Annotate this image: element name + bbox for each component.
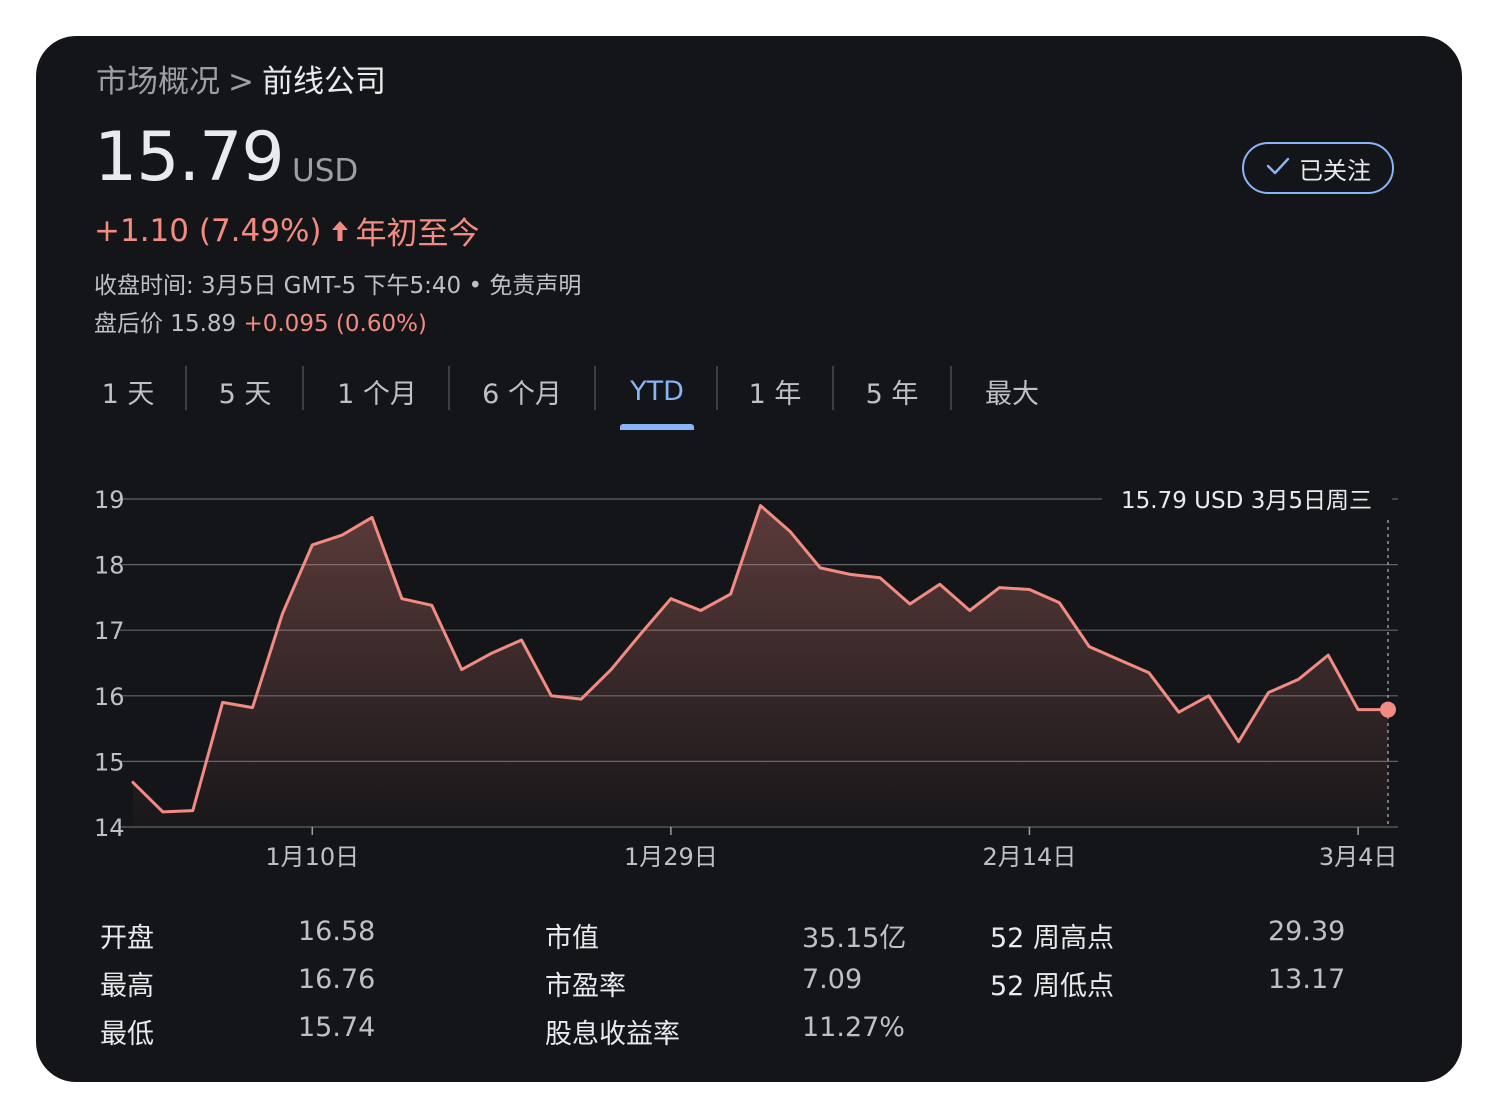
x-tick-label: 2月14日 bbox=[983, 843, 1077, 871]
data-point[interactable] bbox=[127, 776, 139, 788]
data-point[interactable] bbox=[336, 529, 348, 541]
data-point[interactable] bbox=[1083, 641, 1095, 653]
stat-label-low: 最低 bbox=[100, 1019, 154, 1050]
data-point[interactable] bbox=[157, 806, 169, 818]
stat-label-yield: 股息收益率 bbox=[545, 1019, 680, 1050]
data-point[interactable] bbox=[1262, 687, 1274, 699]
stat-label-52w-high: 52 周高点 bbox=[990, 923, 1114, 954]
stat-value-mktcap: 35.15亿 bbox=[802, 923, 907, 954]
tooltip-date: 3月5日周三 bbox=[1251, 488, 1372, 514]
current-point-marker bbox=[1380, 701, 1396, 718]
data-point[interactable] bbox=[784, 526, 796, 538]
data-point[interactable] bbox=[1113, 654, 1125, 666]
data-point[interactable] bbox=[276, 608, 288, 620]
data-point[interactable] bbox=[725, 588, 737, 600]
stat-value-open: 16.58 bbox=[298, 916, 376, 947]
data-point[interactable] bbox=[695, 605, 707, 617]
stat-label-52w-low: 52 周低点 bbox=[990, 971, 1114, 1002]
data-point[interactable] bbox=[755, 500, 767, 512]
y-tick-label: 18 bbox=[94, 552, 125, 580]
data-point[interactable] bbox=[665, 593, 677, 605]
y-tick-label: 16 bbox=[94, 683, 125, 711]
stat-value-yield: 11.27% bbox=[802, 1012, 905, 1043]
data-point[interactable] bbox=[994, 582, 1006, 594]
data-point[interactable] bbox=[486, 647, 498, 659]
price-chart[interactable]: 14 15 16 17 18 19 1月10日 1月29日 2月14日 3月4日 15.79 USD… bbox=[36, 36, 1462, 896]
stat-label-mktcap: 市值 bbox=[545, 923, 599, 954]
data-point[interactable] bbox=[515, 634, 527, 646]
y-tick-label: 17 bbox=[94, 617, 125, 645]
data-point[interactable] bbox=[934, 578, 946, 590]
x-tick-label: 1月29日 bbox=[624, 843, 718, 871]
data-point[interactable] bbox=[306, 539, 318, 551]
stat-value-52w-high: 29.39 bbox=[1268, 916, 1346, 947]
data-point[interactable] bbox=[1292, 673, 1304, 685]
data-point[interactable] bbox=[426, 599, 438, 611]
stat-label-open: 开盘 bbox=[100, 923, 154, 954]
data-point[interactable] bbox=[1173, 706, 1185, 718]
stock-card: 市场概况 > 前线公司 15.79 USD +1.10 (7.49%) 年初至今 收… bbox=[36, 36, 1462, 1082]
data-point[interactable] bbox=[844, 568, 856, 580]
data-point[interactable] bbox=[575, 693, 587, 705]
data-point[interactable] bbox=[247, 702, 259, 714]
data-point[interactable] bbox=[635, 627, 647, 639]
y-tick-label: 19 bbox=[94, 486, 125, 514]
data-point[interactable] bbox=[1203, 690, 1215, 702]
data-point[interactable] bbox=[217, 696, 229, 708]
data-point[interactable] bbox=[1023, 584, 1035, 596]
x-tick-label: 1月10日 bbox=[265, 843, 359, 871]
data-point[interactable] bbox=[605, 664, 617, 676]
stat-value-pe: 7.09 bbox=[802, 964, 863, 995]
price-area bbox=[133, 505, 1388, 827]
data-point[interactable] bbox=[1053, 597, 1065, 609]
data-point[interactable] bbox=[964, 605, 976, 617]
data-point[interactable] bbox=[1233, 736, 1245, 748]
x-tick-label: 3月4日 bbox=[1319, 843, 1398, 871]
stat-value-high: 16.76 bbox=[298, 964, 376, 995]
data-point[interactable] bbox=[814, 562, 826, 574]
data-point[interactable] bbox=[545, 690, 557, 702]
data-point[interactable] bbox=[456, 664, 468, 676]
stat-value-52w-low: 13.17 bbox=[1268, 964, 1346, 995]
data-point[interactable] bbox=[874, 572, 886, 584]
data-point[interactable] bbox=[366, 511, 378, 523]
data-point[interactable] bbox=[396, 593, 408, 605]
data-point[interactable] bbox=[187, 805, 199, 817]
y-tick-label: 14 bbox=[94, 814, 125, 842]
stat-label-pe: 市盈率 bbox=[545, 971, 626, 1002]
y-tick-label: 15 bbox=[94, 748, 125, 776]
data-point[interactable] bbox=[1352, 704, 1364, 716]
stat-label-high: 最高 bbox=[100, 971, 154, 1002]
data-point[interactable] bbox=[904, 598, 916, 610]
data-point[interactable] bbox=[1322, 649, 1334, 661]
data-point[interactable] bbox=[1143, 667, 1155, 679]
tooltip-price: 15.79 USD bbox=[1121, 488, 1243, 514]
stat-value-low: 15.74 bbox=[298, 1012, 376, 1043]
